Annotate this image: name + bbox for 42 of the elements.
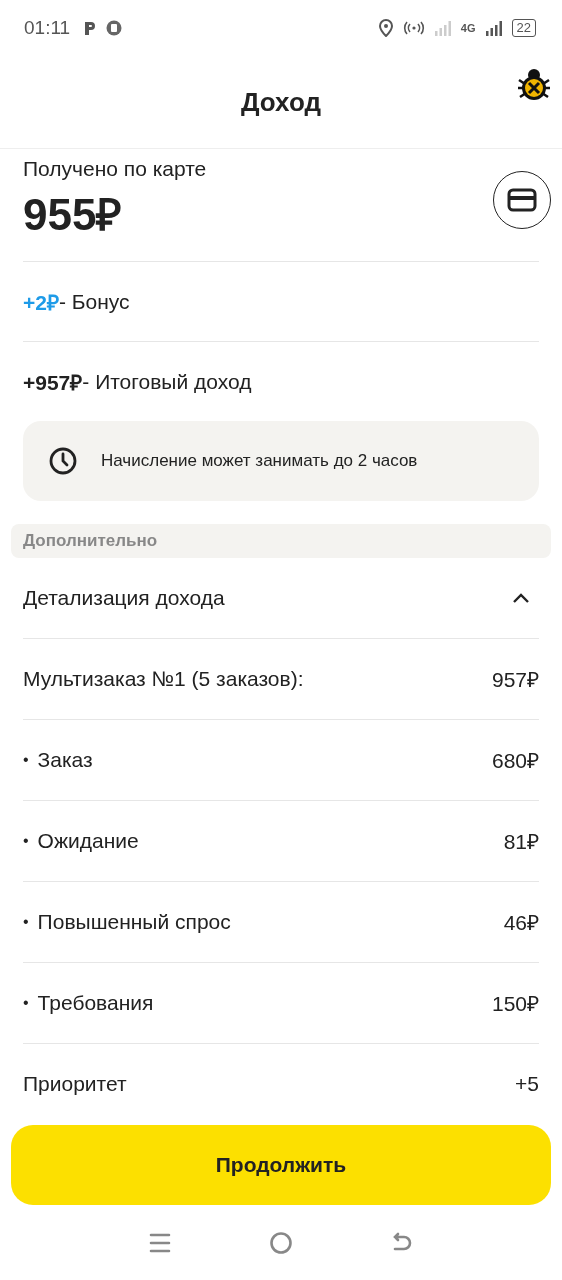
detail-value: 957₽ bbox=[491, 667, 539, 693]
battery-indicator: 22 bbox=[511, 19, 536, 37]
detail-label: Требования bbox=[37, 991, 154, 1015]
notice-text: Начисление может занимать до 2 часов bbox=[101, 451, 418, 471]
bullet: • bbox=[23, 994, 29, 1012]
detail-value: +5 bbox=[515, 1072, 539, 1096]
signal-icon bbox=[433, 20, 452, 36]
bullet: • bbox=[23, 913, 29, 931]
details-title: Детализация дохода bbox=[23, 586, 225, 610]
bug-icon[interactable] bbox=[516, 68, 552, 102]
bonus-amount: +2₽ bbox=[23, 289, 59, 316]
menu-icon[interactable] bbox=[148, 1231, 173, 1254]
credit-card-icon bbox=[507, 188, 537, 212]
app-notification-icon bbox=[106, 20, 123, 36]
signal-icon bbox=[484, 20, 503, 36]
bullet: • bbox=[23, 751, 29, 769]
clock-icon bbox=[47, 445, 79, 477]
card-payment-amount: 955₽ bbox=[23, 189, 124, 241]
detail-value: 150₽ bbox=[491, 991, 539, 1017]
detail-value: 680₽ bbox=[491, 748, 539, 774]
home-icon[interactable] bbox=[269, 1230, 293, 1255]
section-header: Дополнительно bbox=[11, 524, 551, 558]
chevron-icon[interactable] bbox=[511, 591, 531, 605]
card-payment-label: Получено по карте bbox=[23, 157, 207, 181]
hotspot-icon bbox=[402, 20, 425, 36]
detail-label: Заказ bbox=[37, 748, 93, 772]
page-title: Доход bbox=[241, 86, 321, 118]
location-icon bbox=[377, 19, 394, 37]
bullet: • bbox=[23, 832, 29, 850]
bonus-label: - Бонус bbox=[58, 289, 130, 314]
network-type: 4G bbox=[460, 22, 476, 34]
detail-label: Повышенный спрос bbox=[37, 910, 231, 934]
detail-label: Приоритет bbox=[23, 1072, 127, 1096]
continue-button[interactable]: Продолжить bbox=[11, 1125, 551, 1205]
status-time: 01:11 bbox=[24, 17, 71, 39]
parking-icon bbox=[83, 20, 98, 36]
detail-label: Мультизаказ №1 (5 заказов): bbox=[23, 667, 304, 691]
total-amount: +957₽ bbox=[23, 369, 83, 396]
detail-value: 81₽ bbox=[503, 829, 539, 855]
detail-value: 46₽ bbox=[503, 910, 539, 936]
total-label: - Итоговый доход bbox=[82, 369, 252, 394]
detail-label: Ожидание bbox=[37, 829, 139, 853]
